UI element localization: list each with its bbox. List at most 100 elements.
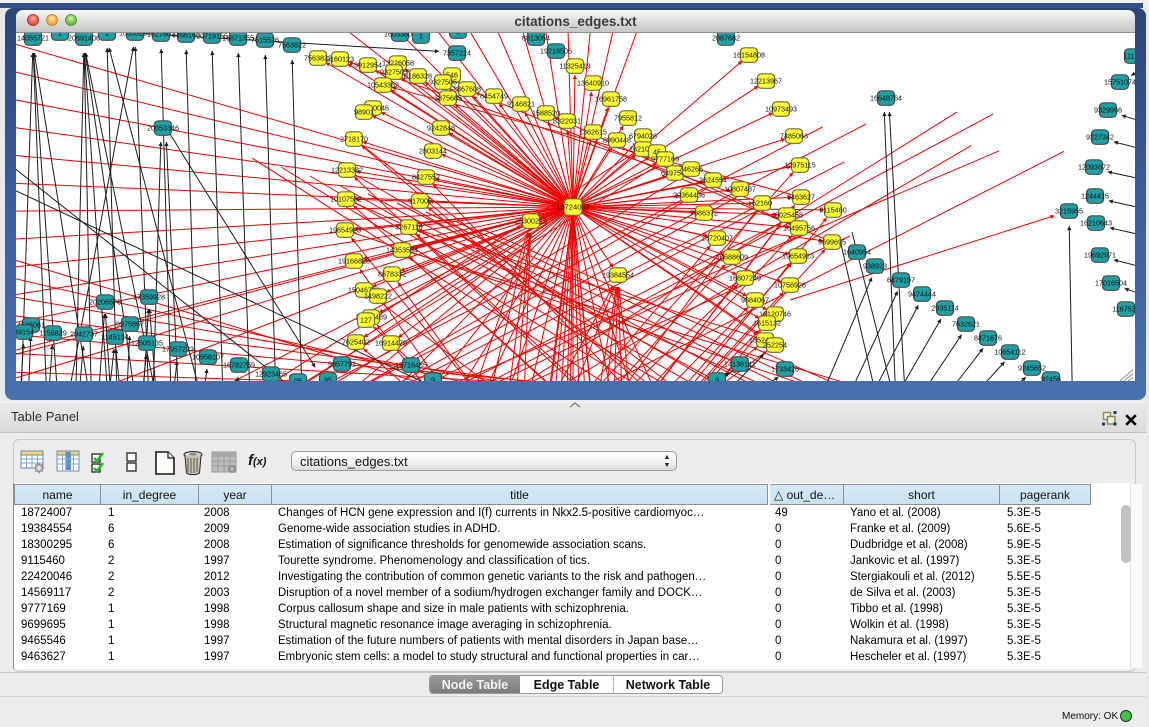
svg-text:10807487: 10807487 <box>724 185 756 194</box>
svg-text:12975115: 12975115 <box>784 161 815 170</box>
svg-text:16495756: 16495756 <box>783 224 815 233</box>
svg-text:18724007: 18724007 <box>556 203 590 212</box>
svg-text:1640954: 1640954 <box>843 248 871 257</box>
svg-text:9227342: 9227342 <box>1086 133 1114 142</box>
svg-text:1733426: 1733426 <box>771 365 799 374</box>
svg-text:19384554: 19384554 <box>602 271 634 280</box>
svg-text:9245652: 9245652 <box>1018 364 1046 373</box>
svg-text:252254: 252254 <box>763 341 787 350</box>
svg-text:7632621: 7632621 <box>952 320 980 329</box>
svg-text:9684067: 9684067 <box>741 296 769 305</box>
svg-text:16033809: 16033809 <box>384 33 416 39</box>
svg-text:14353594: 14353594 <box>386 246 418 255</box>
svg-text:13640910: 13640910 <box>577 79 609 88</box>
svg-text:9115460: 9115460 <box>819 206 846 215</box>
svg-text:20691406: 20691406 <box>68 34 100 43</box>
svg-text:2087682: 2087682 <box>712 34 740 43</box>
svg-text:917006: 917006 <box>408 197 432 206</box>
svg-text:18807249: 18807249 <box>729 274 761 283</box>
svg-text:12923465: 12923465 <box>255 370 287 379</box>
svg-text:9329966: 9329966 <box>1094 106 1122 115</box>
svg-text:19166825: 19166825 <box>338 257 370 266</box>
svg-text:12505135: 12505135 <box>131 339 163 348</box>
svg-text:9777169: 9777169 <box>651 155 679 164</box>
svg-text:17016504: 17016504 <box>1095 279 1127 288</box>
svg-text:7515526: 7515526 <box>251 36 279 45</box>
svg-text:7563822: 7563822 <box>278 41 306 50</box>
svg-text:8990448: 8990448 <box>603 136 631 145</box>
svg-text:16154808: 16154808 <box>733 51 765 60</box>
svg-text:1615132: 1615132 <box>753 319 781 328</box>
svg-text:9474444: 9474444 <box>908 290 936 299</box>
svg-text:95: 95 <box>294 377 302 381</box>
svg-text:12093872: 12093872 <box>1078 163 1110 172</box>
svg-text:16782759: 16782759 <box>223 361 255 370</box>
svg-text:7485063: 7485063 <box>780 132 808 141</box>
svg-text:1156829: 1156829 <box>39 329 66 338</box>
svg-text:2803144: 2803144 <box>419 147 447 156</box>
svg-text:7986372: 7986372 <box>690 209 718 218</box>
svg-text:8427552: 8427552 <box>412 173 440 182</box>
svg-text:3624554: 3624554 <box>699 176 727 185</box>
svg-text:938923: 938923 <box>863 262 887 271</box>
svg-text:8186328: 8186328 <box>404 72 432 81</box>
svg-text:6794028: 6794028 <box>629 132 657 141</box>
svg-text:3912954: 3912954 <box>354 61 382 70</box>
svg-text:9975867: 9975867 <box>116 320 144 329</box>
svg-text:2718170: 2718170 <box>340 135 368 144</box>
svg-text:7357224: 7357224 <box>443 49 471 58</box>
svg-text:62160: 62160 <box>752 199 772 208</box>
svg-text:8678332: 8678332 <box>378 270 406 279</box>
svg-text:16671355: 16671355 <box>222 34 254 43</box>
svg-text:9463627: 9463627 <box>787 193 815 202</box>
svg-text:16648764: 16648764 <box>870 94 902 103</box>
svg-text:9: 9 <box>715 376 719 381</box>
svg-text:8454749: 8454749 <box>480 92 508 101</box>
svg-text:1244415: 1244415 <box>1081 192 1109 201</box>
svg-text:14136141: 14136141 <box>724 360 756 369</box>
svg-text:20206576: 20206576 <box>89 298 121 307</box>
svg-text:2935114: 2935114 <box>931 304 958 313</box>
svg-text:3875685: 3875685 <box>434 94 462 103</box>
svg-text:16210643: 16210643 <box>1080 219 1112 228</box>
svg-text:10688609: 10688609 <box>716 253 748 262</box>
svg-text:9146821: 9146821 <box>507 100 535 109</box>
svg-text:17957223: 17957223 <box>162 345 194 354</box>
svg-text:12213967: 12213967 <box>750 77 782 86</box>
svg-text:10543362: 10543362 <box>367 81 399 90</box>
svg-text:10107552: 10107552 <box>330 195 362 204</box>
svg-text:1: 1 <box>58 33 62 38</box>
svg-text:14055721: 14055721 <box>17 34 49 43</box>
svg-text:19654923: 19654923 <box>782 252 814 261</box>
svg-text:15751074: 15751074 <box>1104 78 1135 87</box>
svg-text:3215955: 3215955 <box>1055 207 1083 216</box>
svg-text:2867608: 2867608 <box>453 85 481 94</box>
svg-text:25300213: 25300213 <box>515 217 547 226</box>
svg-text:9: 9 <box>431 376 435 381</box>
svg-text:20364436: 20364436 <box>673 191 705 200</box>
svg-text:3267110: 3267110 <box>395 223 422 232</box>
svg-text:11325419: 11325419 <box>559 62 590 71</box>
svg-text:12213382: 12213382 <box>331 166 363 175</box>
svg-text:17359928: 17359928 <box>133 293 165 302</box>
svg-text:10025458: 10025458 <box>771 211 803 220</box>
svg-text:9242848: 9242848 <box>427 124 455 133</box>
svg-text:15716485: 15716485 <box>395 361 427 370</box>
svg-text:8471676: 8471676 <box>974 334 1002 343</box>
svg-text:10958107: 10958107 <box>192 353 224 362</box>
svg-text:15720407: 15720407 <box>701 234 733 243</box>
svg-text:10756928: 10756928 <box>774 281 806 290</box>
svg-text:39154: 39154 <box>16 328 34 337</box>
svg-text:8813054: 8813054 <box>522 34 550 43</box>
svg-text:1: 1 <box>456 33 460 36</box>
svg-text:1145194: 1145194 <box>101 333 128 342</box>
svg-text:9699695: 9699695 <box>818 238 846 247</box>
svg-text:127: 127 <box>360 316 372 325</box>
svg-text:9160123: 9160123 <box>326 55 354 64</box>
svg-text:98901: 98901 <box>354 108 374 117</box>
svg-text:7625402: 7625402 <box>342 338 370 347</box>
svg-text:95: 95 <box>324 376 332 381</box>
svg-text:1527602: 1527602 <box>147 33 175 39</box>
svg-text:16961758: 16961758 <box>595 95 627 104</box>
svg-text:19692971: 19692971 <box>1084 251 1116 260</box>
